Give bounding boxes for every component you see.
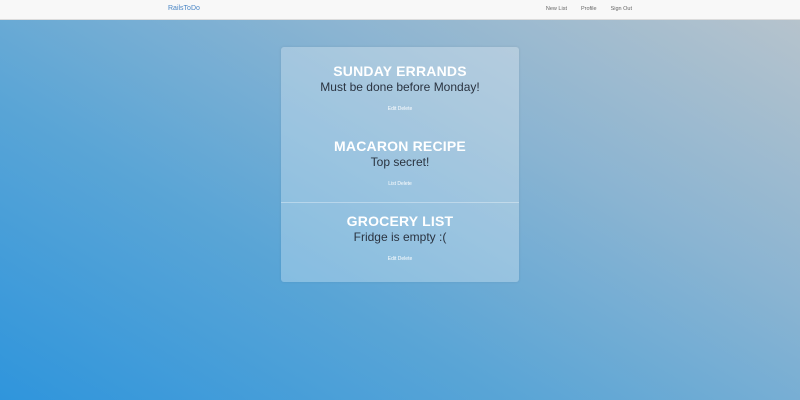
list-description: Top secret! (370, 155, 430, 169)
list-card: SUNDAY ERRANDS Must be done before Monda… (281, 63, 519, 112)
list-description: Fridge is empty :( (353, 230, 447, 244)
lists-panel: SUNDAY ERRANDS Must be done before Monda… (281, 47, 519, 282)
edit-link[interactable]: Edit (388, 106, 397, 112)
list-link[interactable]: List (388, 181, 396, 187)
new-list-link[interactable]: New List (546, 6, 567, 12)
top-navbar: RailsToDo New List Profile Sign Out (0, 0, 800, 20)
list-description: Must be done before Monday! (320, 80, 480, 94)
list-actions: List Delete (281, 181, 519, 187)
list-actions: Edit Delete (281, 106, 519, 112)
profile-link[interactable]: Profile (581, 6, 597, 12)
list-card: GROCERY LIST Fridge is empty :( Edit Del… (281, 213, 519, 262)
list-card: MACARON RECIPE Top secret! List Delete (281, 138, 519, 187)
list-divider (281, 202, 519, 203)
edit-link[interactable]: Edit (388, 256, 397, 262)
list-title[interactable]: SUNDAY ERRANDS (281, 63, 519, 79)
list-title[interactable]: GROCERY LIST (281, 213, 519, 229)
brand-link[interactable]: RailsToDo (168, 5, 200, 12)
nav-links: New List Profile Sign Out (546, 6, 632, 12)
delete-link[interactable]: Delete (398, 256, 412, 262)
delete-link[interactable]: Delete (398, 106, 412, 112)
list-actions: Edit Delete (281, 256, 519, 262)
delete-link[interactable]: Delete (397, 181, 411, 187)
list-title[interactable]: MACARON RECIPE (281, 138, 519, 154)
sign-out-link[interactable]: Sign Out (611, 6, 632, 12)
